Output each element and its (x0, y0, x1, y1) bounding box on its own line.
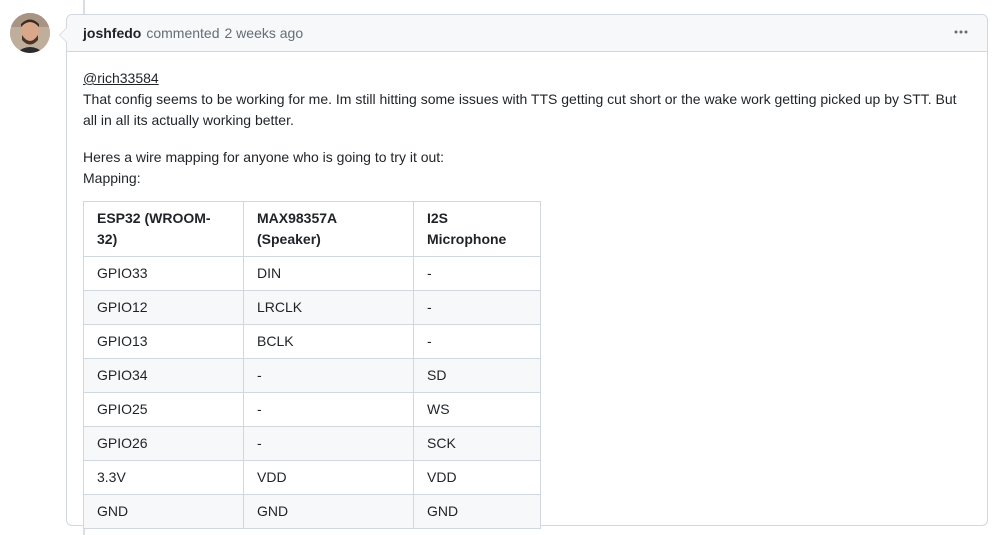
table-row: GPIO13 BCLK - (83, 324, 541, 359)
table-cell: GPIO25 (83, 392, 244, 427)
user-mention-link[interactable]: @rich33584 (83, 70, 159, 86)
table-cell: SD (413, 358, 541, 393)
table-header-cell: I2S Microphone (413, 201, 541, 257)
table-cell: VDD (243, 460, 414, 495)
comment-action: commented (146, 25, 220, 41)
table-cell: - (413, 256, 541, 291)
table-cell: GND (83, 494, 244, 529)
table-cell: VDD (413, 460, 541, 495)
table-row: GND GND GND (83, 494, 541, 529)
comment-timestamp[interactable]: 2 weeks ago (225, 25, 304, 41)
table-cell: - (243, 426, 414, 461)
table-cell: WS (413, 392, 541, 427)
table-cell: GPIO13 (83, 324, 244, 359)
avatar[interactable] (10, 13, 50, 53)
comment-paragraph-2: Heres a wire mapping for anyone who is g… (83, 147, 971, 189)
kebab-horizontal-icon[interactable] (953, 24, 969, 44)
table-row: GPIO34 - SD (83, 358, 541, 393)
table-cell: - (413, 324, 541, 359)
table-row: GPIO25 - WS (83, 392, 541, 427)
table-cell: SCK (413, 426, 541, 461)
table-cell: LRCLK (243, 290, 414, 325)
table-cell: 3.3V (83, 460, 244, 495)
table-cell: - (413, 290, 541, 325)
comment-text-2: Heres a wire mapping for anyone who is g… (83, 149, 445, 165)
comment-paragraph-1: @rich33584 That config seems to be worki… (83, 68, 971, 131)
comment-box: joshfedo commented 2 weeks ago @rich3358… (59, 14, 988, 529)
table-row: GPIO33 DIN - (83, 256, 541, 291)
table-row: GPIO12 LRCLK - (83, 290, 541, 325)
author-link[interactable]: joshfedo (83, 25, 141, 41)
table-cell: GND (243, 494, 414, 529)
table-cell: DIN (243, 256, 414, 291)
table-cell: GND (413, 494, 541, 529)
table-cell: GPIO34 (83, 358, 244, 393)
table-header-row: ESP32 (WROOM-32) MAX98357A (Speaker) I2S… (83, 201, 541, 257)
table-cell: - (243, 392, 414, 427)
table-cell: GPIO26 (83, 426, 244, 461)
table-cell: - (243, 358, 414, 393)
wire-mapping-table: ESP32 (WROOM-32) MAX98357A (Speaker) I2S… (83, 201, 541, 529)
table-cell: GPIO33 (83, 256, 244, 291)
table-cell: GPIO12 (83, 290, 244, 325)
comment-header: joshfedo commented 2 weeks ago (67, 15, 987, 52)
comment-text-3: Mapping: (83, 170, 141, 186)
table-cell: BCLK (243, 324, 414, 359)
table-header-cell: ESP32 (WROOM-32) (83, 201, 244, 257)
table-row: 3.3V VDD VDD (83, 460, 541, 495)
table-header-cell: MAX98357A (Speaker) (243, 201, 414, 257)
comment-text-1: That config seems to be working for me. … (83, 91, 957, 128)
comment-body: @rich33584 That config seems to be worki… (67, 52, 987, 529)
table-row: GPIO26 - SCK (83, 426, 541, 461)
avatar-photo-icon (10, 13, 50, 53)
